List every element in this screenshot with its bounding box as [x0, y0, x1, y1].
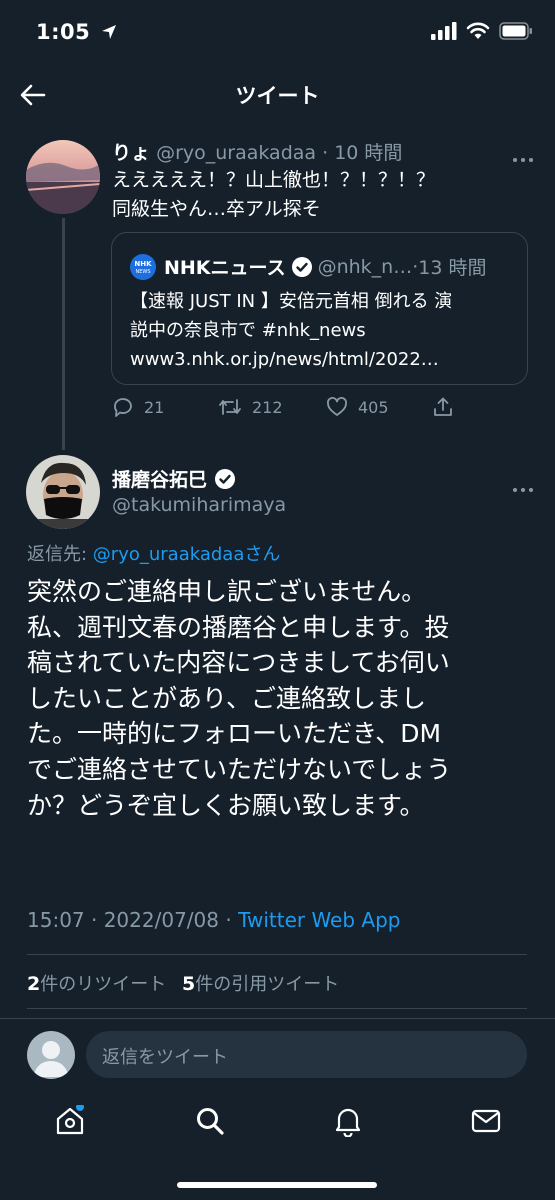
verified-icon: [215, 468, 236, 489]
tweet2-line: か？どうぞ宜しくお願い致します。: [27, 790, 425, 820]
tab-search[interactable]: [194, 1105, 226, 1137]
avatar-image: [26, 140, 100, 214]
reply-prefix: 返信先:: [27, 544, 93, 565]
source-link[interactable]: Twitter Web App: [238, 908, 400, 932]
tweet2-line: でご連絡させていただけないでしょう: [27, 754, 452, 784]
quote-header: NHK NEWS NHKニュース @nhk_n… · 13 時間: [130, 253, 486, 280]
retweet-count: 212: [252, 397, 283, 417]
quote-author-handle: @nhk_n…: [317, 255, 413, 278]
tweet-time: 10 時間: [334, 142, 403, 164]
notifications-icon: [335, 1108, 361, 1138]
wifi-icon: [466, 22, 490, 39]
my-avatar[interactable]: [27, 1031, 75, 1079]
quote-text: 【速報 JUST IN 】安倍元首相 倒れる 演 説中の奈良市で #nhk_ne…: [130, 287, 520, 374]
author-name[interactable]: りょ: [112, 142, 150, 164]
author-handle[interactable]: @ryo_uraakadaa: [156, 142, 316, 164]
reply-input[interactable]: 返信をツイート: [86, 1031, 527, 1078]
tab-notifications[interactable]: [332, 1105, 364, 1138]
verified-icon: [291, 256, 312, 277]
quote-line: 【速報 JUST IN 】安倍元首相 倒れる 演: [130, 291, 453, 312]
retweet-label: 件のリツイート: [40, 974, 167, 995]
quote-line: 説中の奈良市で #nhk_news: [130, 320, 366, 341]
nhk-logo-icon: NHK NEWS: [130, 253, 156, 280]
status-time: 1:05: [36, 20, 118, 44]
tweet2-line: 私、週刊文春の播磨谷と申します。投: [27, 612, 450, 642]
search-icon: [197, 1108, 224, 1135]
tweet1-line: えええええ！？山上徹也！？！？！？: [112, 169, 436, 191]
tweet2-line: た。一時的にフォローいただき、DM: [27, 719, 442, 749]
tweet1-text: えええええ！？山上徹也！？！？！？ 同級生やん…卒アル探そ: [112, 166, 512, 224]
like-button[interactable]: 405: [326, 396, 432, 418]
status-icons: [431, 22, 533, 40]
more-icon[interactable]: [509, 147, 533, 166]
quotes-link[interactable]: 5件の引用ツイート: [181, 973, 340, 995]
avatar-ryo[interactable]: [26, 140, 100, 214]
share-icon: [434, 397, 452, 416]
separator: ·: [322, 142, 329, 164]
replying-to: 返信先: @ryo_uraakadaaさん: [27, 540, 280, 566]
tweet2-line: 稿されていた内容につきましてお伺い: [27, 648, 450, 678]
quote-label: 件の引用ツイート: [195, 974, 340, 995]
signal-icon: [431, 22, 457, 40]
thread-line: [62, 218, 65, 450]
retweets-link[interactable]: 2件のリツイート: [27, 973, 167, 995]
retweet-button[interactable]: 212: [218, 396, 326, 418]
quote-time: 13 時間: [418, 257, 487, 279]
retweet-icon: [219, 399, 241, 415]
tweet2-line: したいことがあり、ご連絡致しまし: [27, 683, 427, 713]
author-name[interactable]: 播磨谷拓巳: [112, 465, 207, 492]
quote-total: 5: [181, 973, 196, 995]
page-title: ツイート: [235, 84, 320, 108]
engagement-counts: 2件のリツイート 5件の引用ツイート: [27, 970, 339, 996]
battery-icon: [499, 22, 532, 40]
tweet1-line: 同級生やん…卒アル探そ: [112, 198, 321, 220]
messages-icon: [471, 1109, 501, 1133]
tweet2-text: 突然のご連絡申し訳ございません。 私、週刊文春の播磨谷と申します。投 稿されてい…: [27, 574, 537, 823]
tweet2-line: 突然のご連絡申し訳ございません。: [27, 577, 427, 606]
reply-user-link[interactable]: @ryo_uraakadaa: [93, 544, 245, 565]
location-arrow-icon: [102, 25, 117, 39]
home-icon: [56, 1103, 84, 1135]
quote-author-name: NHKニュース: [164, 257, 286, 279]
divider: [27, 954, 527, 955]
tweet1-actions: 21 212 405: [112, 396, 472, 418]
timestamp-text: 15:07 · 2022/07/08 ·: [27, 908, 239, 932]
avatar-takumi[interactable]: [26, 455, 100, 529]
reply-count: 21: [144, 397, 165, 417]
home-indicator: [177, 1182, 377, 1188]
default-avatar-icon: [33, 1041, 69, 1077]
tweet2-name-row: 播磨谷拓巳: [112, 465, 236, 492]
more-icon[interactable]: [509, 477, 533, 496]
divider: [27, 1008, 527, 1009]
like-count: 405: [358, 397, 389, 417]
reply-button[interactable]: 21: [112, 396, 218, 418]
author-handle[interactable]: @takumiharimaya: [112, 494, 286, 516]
tab-messages[interactable]: [470, 1105, 502, 1137]
reply-suffix: さん: [244, 544, 281, 565]
avatar-image: [26, 455, 100, 529]
like-icon: [327, 397, 347, 416]
svg-text:NEWS: NEWS: [135, 269, 150, 275]
svg-text:NHK: NHK: [134, 260, 152, 268]
reply-icon: [114, 398, 132, 417]
share-button[interactable]: [432, 396, 454, 418]
tab-home[interactable]: [54, 1103, 86, 1137]
tweet-timestamp: 15:07 · 2022/07/08 · Twitter Web App: [27, 908, 400, 932]
retweet-total: 2: [27, 973, 41, 995]
tweet1-header: りょ @ryo_uraakadaa · 10 時間: [112, 138, 402, 165]
quote-line: www3.nhk.or.jp/news/html/2022…: [130, 349, 439, 370]
quoted-tweet-card[interactable]: NHK NEWS NHKニュース @nhk_n… · 13 時間 【速報 JUS…: [111, 232, 528, 385]
